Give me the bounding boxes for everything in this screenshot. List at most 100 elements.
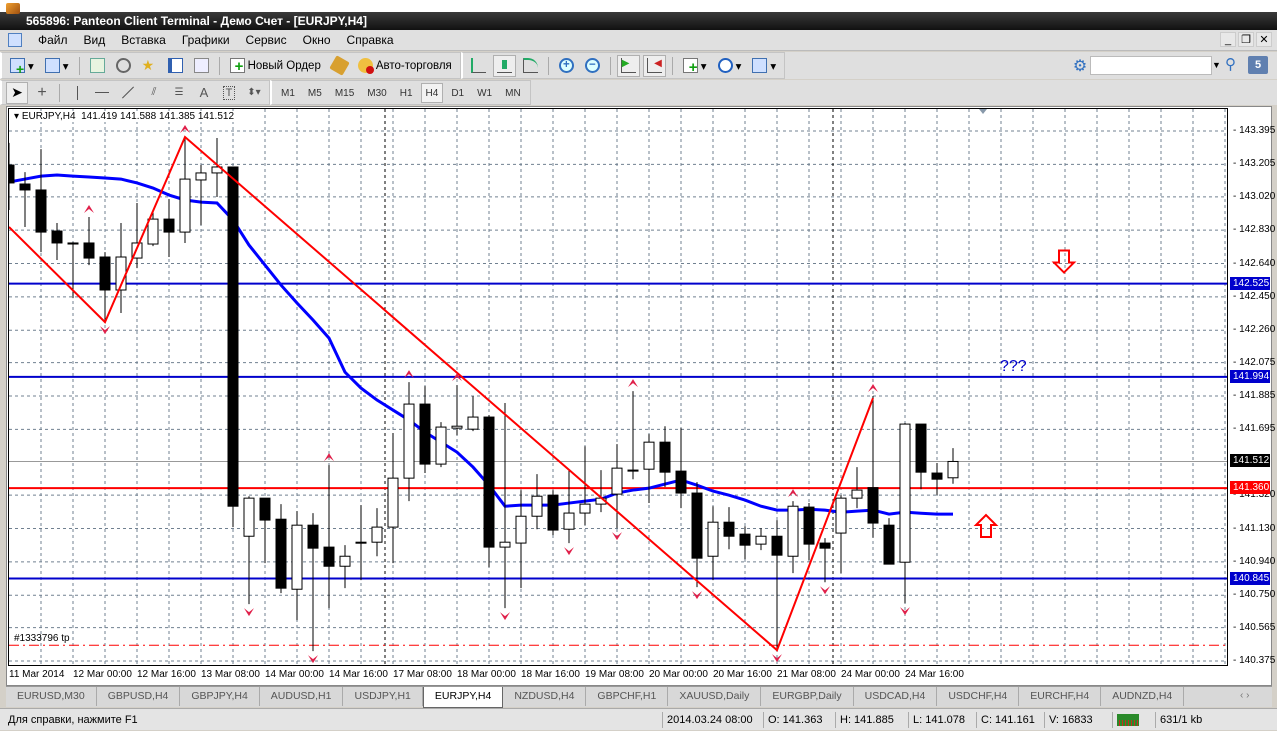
price-line-label: 140.845: [1230, 571, 1270, 585]
candle-body: [835, 497, 847, 534]
price-tick: - 140.940: [1233, 555, 1276, 567]
candle-body: [259, 497, 271, 521]
chart-shift-marker-icon: [979, 109, 987, 114]
candle: [435, 422, 447, 468]
candle: [259, 497, 271, 564]
candle-body: [275, 518, 287, 589]
candle: [483, 415, 495, 568]
candle: [51, 222, 63, 260]
candle-body: [547, 494, 559, 531]
status-close: C: 141.161: [976, 712, 1035, 728]
chart-tab[interactable]: AUDUSD,H1: [260, 687, 344, 706]
fractal-up-arrow: [84, 204, 94, 213]
time-tick: 12 Mar 16:00: [137, 669, 196, 680]
chart-tab[interactable]: EURCHF,H4: [1019, 687, 1102, 706]
time-tick: 13 Mar 08:00: [201, 669, 260, 680]
chart-tab[interactable]: GBPUSD,H4: [97, 687, 181, 706]
candle: [35, 149, 47, 253]
candle: [819, 538, 831, 583]
candle: [339, 545, 351, 589]
candle: [627, 391, 639, 480]
status-traffic: 631/1 kb: [1155, 712, 1202, 728]
price-tick: - 141.695: [1233, 423, 1276, 435]
candle-body: [163, 218, 175, 233]
time-tick: 21 Mar 08:00: [777, 669, 836, 680]
fractal-down-arrow: [820, 586, 830, 595]
chart-tab[interactable]: GBPCHF,H1: [586, 687, 669, 706]
candle-body: [99, 256, 111, 291]
candle: [659, 426, 671, 488]
candle-body: [659, 441, 671, 473]
time-tick: 12 Mar 00:00: [73, 669, 132, 680]
candle: [531, 474, 543, 530]
time-tick: 17 Mar 08:00: [393, 669, 452, 680]
candle: [867, 396, 879, 538]
price-line-label: 142.525: [1230, 276, 1270, 290]
candle: [883, 518, 895, 565]
tp-label: #1333796 tp: [14, 633, 70, 644]
candle: [307, 513, 319, 652]
time-tick: 11 Mar 2014: [9, 669, 65, 680]
candle-body: [435, 426, 447, 465]
fractal-down-arrow: [500, 612, 510, 621]
price-tick: - 140.565: [1233, 621, 1276, 633]
candle: [643, 434, 655, 504]
time-tick: 20 Mar 00:00: [649, 669, 708, 680]
tab-scroll-arrows[interactable]: ‹ ›: [1240, 690, 1249, 701]
candle-body: [35, 189, 47, 233]
price-chart: [9, 109, 1227, 665]
chart-tab[interactable]: EURJPY,H4: [422, 687, 504, 708]
time-tick: 14 Mar 00:00: [265, 669, 324, 680]
chart-tab[interactable]: NZDUSD,H4: [503, 687, 587, 706]
chart-header: ▾ EURJPY,H4 141.419 141.588 141.385 141.…: [12, 111, 237, 122]
chart-tab[interactable]: GBPJPY,H4: [180, 687, 260, 706]
candle-body: [83, 242, 95, 259]
candle: [675, 428, 687, 509]
candle-body: [675, 470, 687, 494]
chart-tab[interactable]: USDCAD,H4: [854, 687, 938, 706]
chart-tab[interactable]: AUDNZD,H4: [1101, 687, 1185, 706]
fractal-down-arrow: [612, 532, 622, 541]
candle: [467, 396, 479, 432]
annotations: [973, 109, 1077, 538]
candle: [931, 463, 943, 496]
annotation-text: ???: [1000, 358, 1027, 375]
candle: [291, 511, 303, 621]
chart-tab[interactable]: USDJPY,H1: [343, 687, 423, 706]
fractal-down-arrow: [564, 547, 574, 556]
fractal-down-arrow: [308, 655, 318, 664]
candle-body: [915, 423, 927, 473]
chart-header-text: EURJPY,H4 141.419 141.588 141.385 141.51…: [21, 111, 235, 122]
candle: [147, 209, 159, 247]
time-tick: 24 Mar 16:00: [905, 669, 964, 680]
candle: [755, 528, 767, 551]
candle-body: [67, 242, 79, 245]
chart-tab[interactable]: EURGBP,Daily: [761, 687, 854, 706]
candle-body: [787, 505, 799, 557]
candle-body: [771, 535, 783, 556]
chart-tab[interactable]: EURUSD,M30: [6, 687, 97, 706]
candle: [723, 507, 735, 550]
candle-body: [243, 497, 255, 537]
candle: [371, 508, 383, 557]
candle-body: [931, 472, 943, 480]
arrow-down-icon: [1051, 249, 1077, 274]
candle-body: [403, 403, 415, 479]
price-tick: - 143.020: [1233, 190, 1276, 202]
candle: [707, 506, 719, 581]
candle-body: [851, 489, 863, 499]
chart-tab[interactable]: XAUUSD,Daily: [668, 687, 762, 706]
candle-body: [355, 541, 367, 544]
candle: [179, 136, 191, 243]
candle-body: [723, 521, 735, 537]
candle-body: [611, 467, 623, 495]
chart-tabs: EURUSD,M30 GBPUSD,H4 GBPJPY,H4 AUDUSD,H1 USD…: [6, 686, 1272, 708]
chart-menu-icon[interactable]: ▾: [14, 111, 22, 122]
candle-body: [387, 477, 399, 528]
candle-body: [483, 416, 495, 548]
chart-tab[interactable]: USDCHF,H4: [937, 687, 1020, 706]
candle: [9, 142, 15, 210]
candle-body: [179, 178, 191, 233]
candle-body: [755, 535, 767, 545]
candle: [275, 504, 287, 594]
